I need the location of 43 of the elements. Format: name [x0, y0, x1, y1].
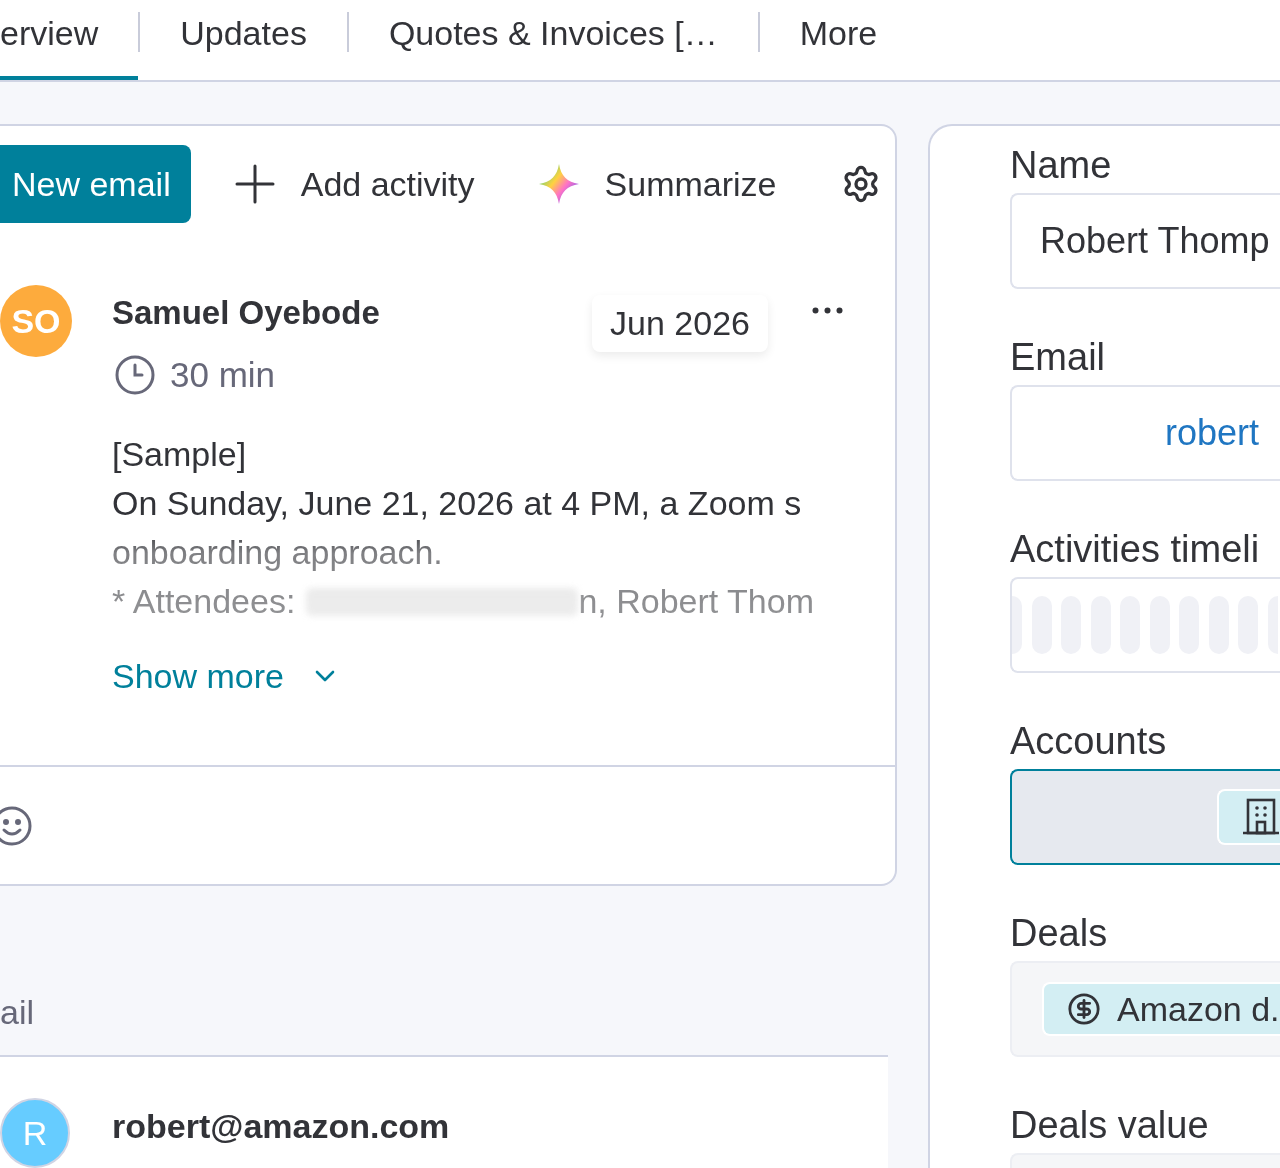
input-field[interactable]: Robert Thomp	[1010, 193, 1280, 289]
input-field[interactable]: robert	[1010, 385, 1280, 481]
user-avatar: SO	[0, 285, 72, 357]
input-field[interactable]	[1010, 769, 1280, 865]
field-label: Email	[1010, 337, 1107, 377]
attendees-label: * Attendees:	[112, 581, 296, 622]
name-value: Robert Thomp	[1040, 220, 1270, 262]
section-title: ail	[0, 992, 35, 1032]
field-label: Activities timeli	[1010, 529, 1261, 569]
field-label: Deals	[1010, 913, 1109, 953]
sender-address: robert@amazon.com	[112, 1106, 450, 1146]
tab[interactable]: More	[759, 0, 918, 80]
sparkle-icon	[538, 164, 579, 204]
field-label: Name	[1010, 145, 1113, 185]
note-text: onboarding approach.	[112, 532, 444, 573]
tab[interactable]: Updates	[140, 0, 347, 80]
email-link[interactable]: robert	[1165, 412, 1260, 454]
date-label: Jun 2026	[592, 295, 768, 352]
field-label: Accounts	[1010, 721, 1168, 761]
account-chip[interactable]	[1217, 789, 1280, 845]
dollar-icon	[1067, 992, 1101, 1026]
sender-avatar: R	[0, 1098, 70, 1168]
attendees-names: n, Robert Thom	[578, 581, 814, 622]
field-label: Deals value	[1010, 1105, 1210, 1145]
duration-text: 30 min	[170, 355, 276, 395]
chevron-down-icon	[314, 670, 335, 682]
summarize-button[interactable]: Summarize	[538, 164, 777, 204]
skeleton-bar	[1012, 596, 1022, 654]
building-icon	[1242, 798, 1280, 836]
deal-chip[interactable]: Amazon d.	[1042, 982, 1280, 1036]
input-field[interactable]: Amazon d.	[1010, 961, 1280, 1057]
new-email-button[interactable]: New email	[0, 145, 191, 223]
clock-icon	[115, 355, 155, 395]
smiley-icon[interactable]	[0, 805, 32, 846]
show-more-link[interactable]: Show more	[112, 652, 335, 700]
more-icon	[812, 307, 843, 314]
more-button[interactable]	[812, 307, 843, 314]
tab[interactable]: Quotes & Invoices […	[348, 0, 758, 80]
add-activity-button[interactable]: Add activity	[234, 164, 475, 204]
plus-icon	[234, 164, 275, 204]
author-name: Samuel Oyebode	[112, 293, 381, 333]
note-text: On Sunday, June 21, 2026 at 4 PM, a Zoom s	[112, 483, 803, 524]
note-text: [Sample]	[112, 434, 248, 475]
